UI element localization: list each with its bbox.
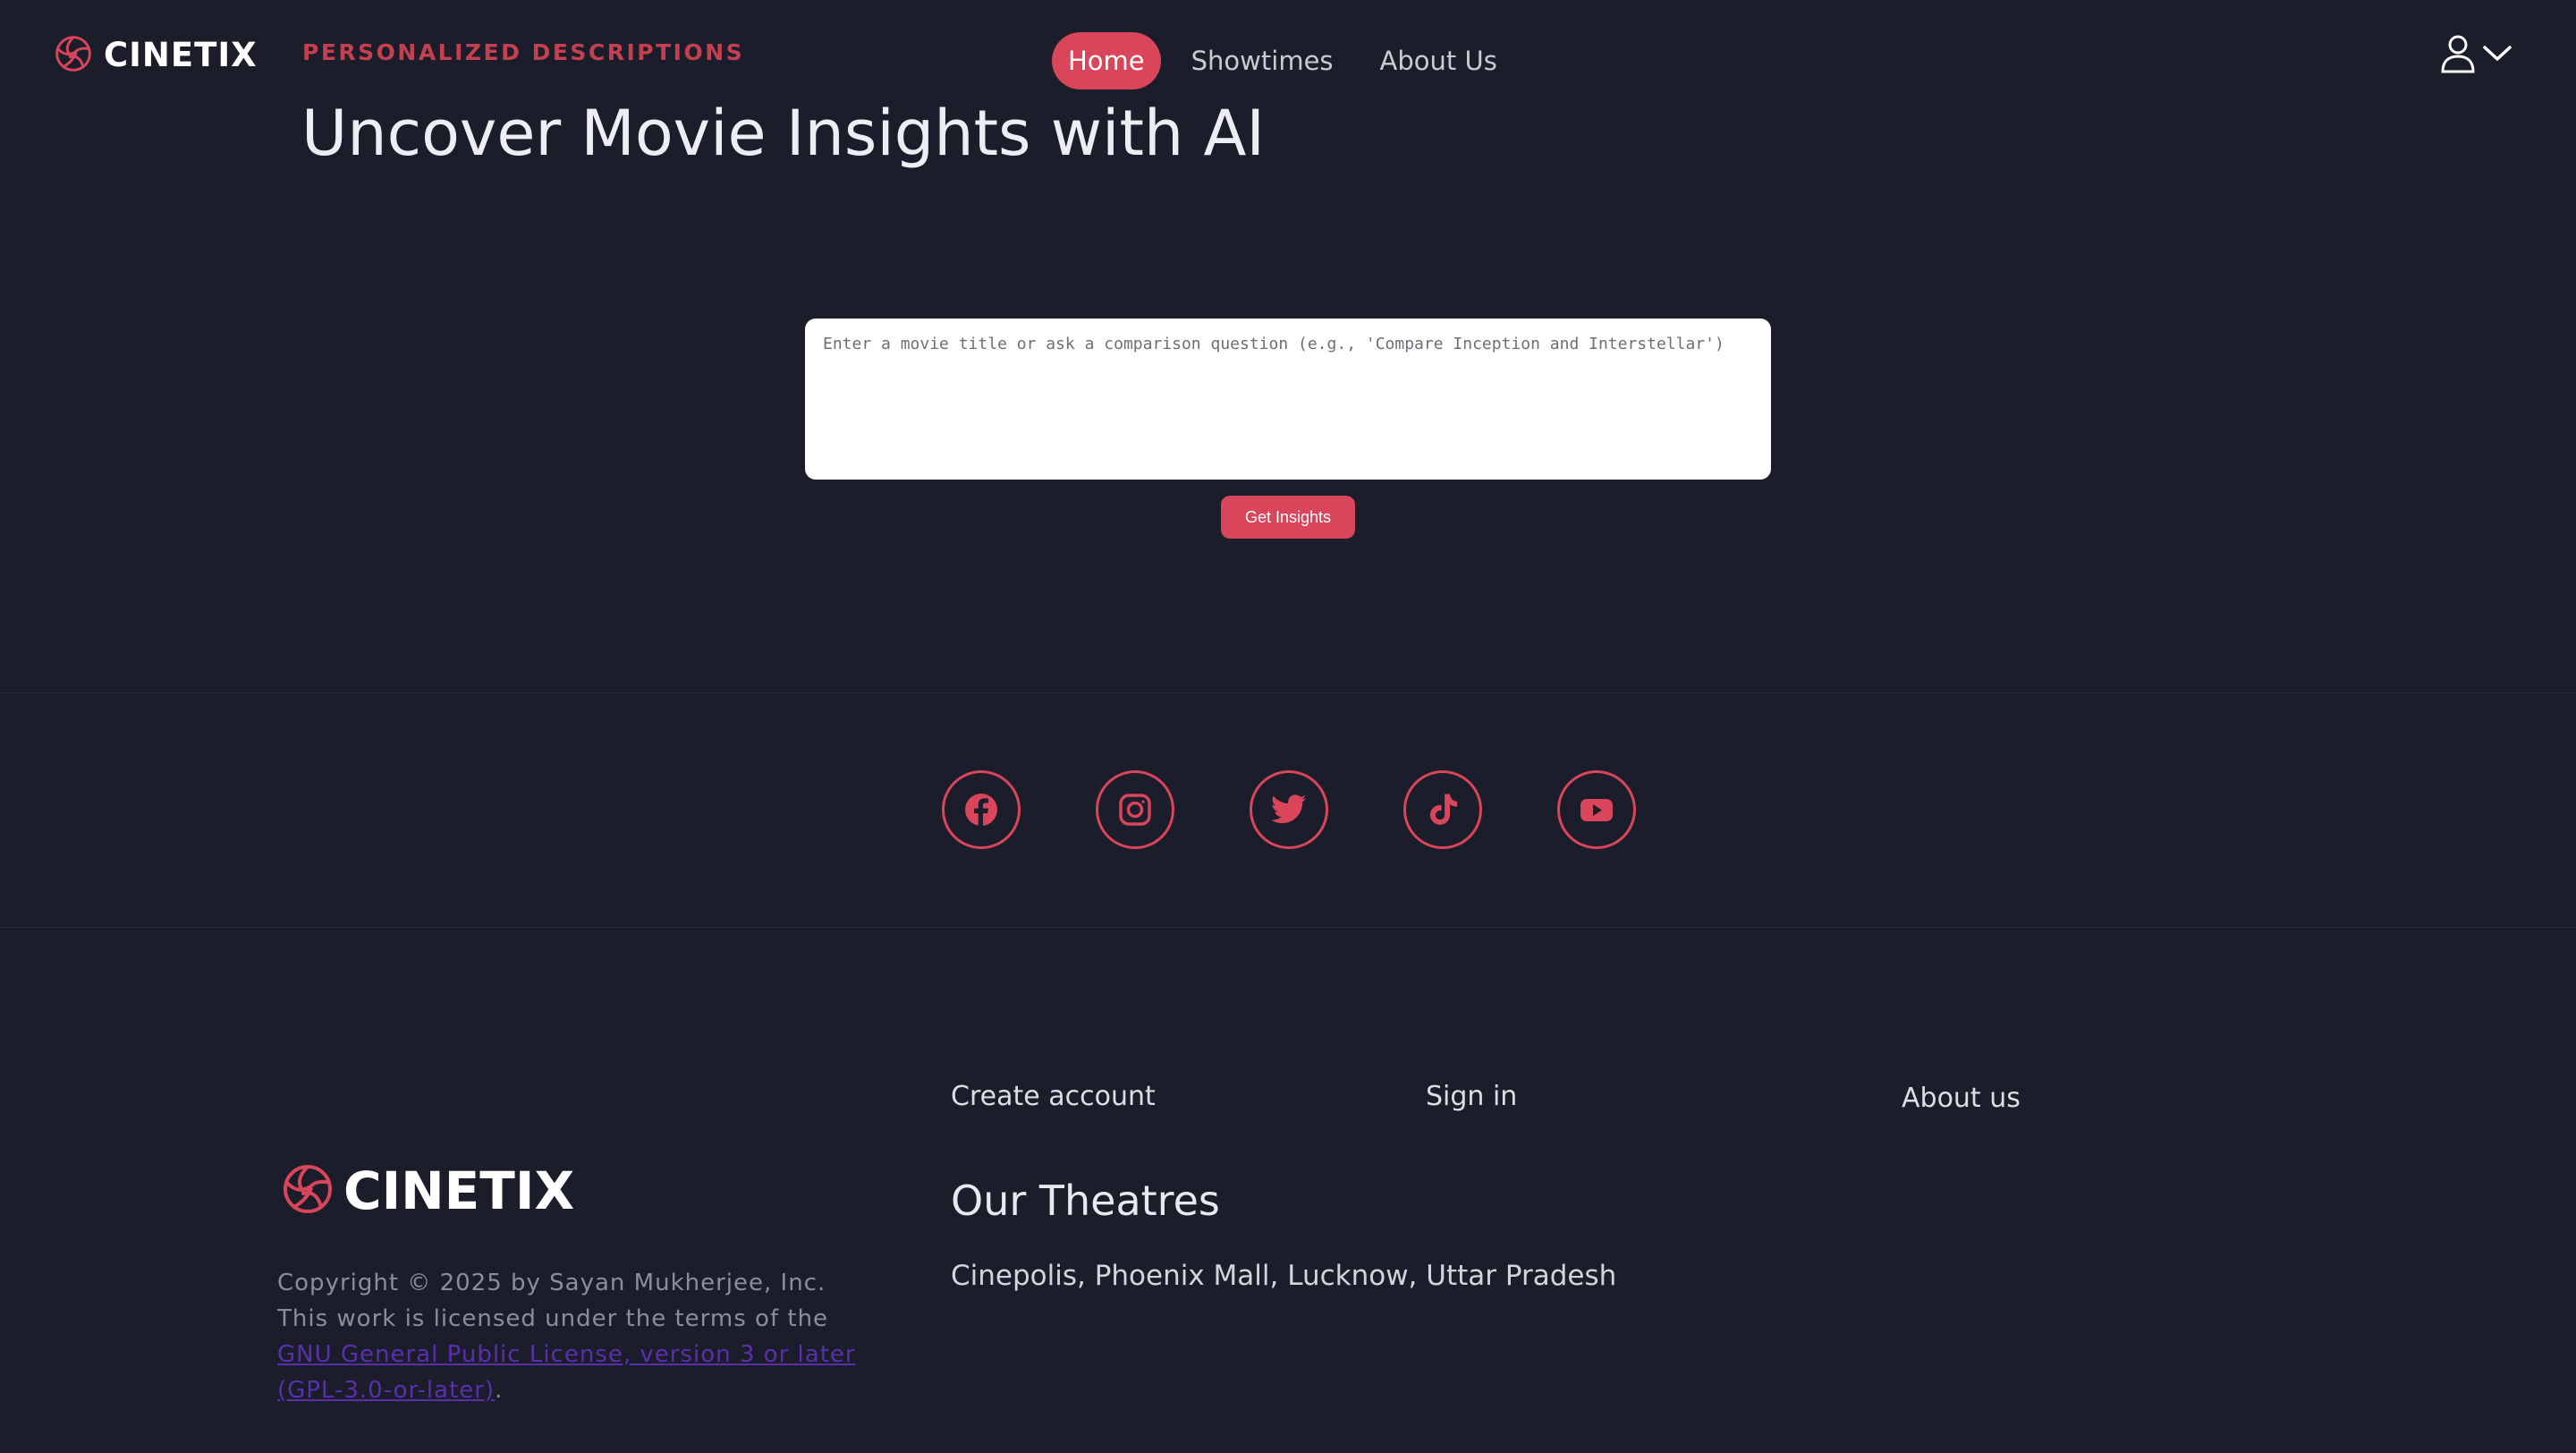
get-insights-button[interactable]: Get Insights	[1221, 496, 1355, 539]
aperture-icon	[54, 34, 93, 77]
tiktok-link[interactable]	[1403, 770, 1482, 849]
instagram-icon	[1116, 791, 1154, 828]
facebook-icon	[962, 791, 1000, 828]
aperture-icon	[281, 1162, 335, 1219]
footer-link-create-account[interactable]: Create account	[951, 1081, 1156, 1112]
user-icon	[2440, 34, 2476, 73]
section-divider	[0, 927, 2576, 928]
user-menu-button[interactable]	[2440, 34, 2513, 73]
main-nav: Home Showtimes About Us	[1052, 32, 1528, 89]
nav-item-about-us[interactable]: About Us	[1364, 32, 1513, 89]
footer-brand-logo[interactable]: CINETIX	[281, 1160, 574, 1222]
footer-brand-name: CINETIX	[343, 1160, 575, 1221]
page-title: Uncover Movie Insights with AI	[301, 97, 1266, 170]
facebook-link[interactable]	[942, 770, 1021, 849]
copyright-end: .	[495, 1377, 504, 1404]
chevron-down-icon	[2481, 43, 2513, 64]
copyright-notice: Copyright © 2025 by Sayan Mukherjee, Inc…	[277, 1265, 868, 1408]
twitter-link[interactable]	[1250, 770, 1328, 849]
tiktok-icon	[1424, 791, 1462, 828]
theatres-heading: Our Theatres	[951, 1177, 1220, 1225]
nav-item-home[interactable]: Home	[1052, 32, 1161, 89]
social-links	[942, 770, 1636, 849]
movie-query-input[interactable]	[805, 319, 1771, 480]
nav-item-showtimes[interactable]: Showtimes	[1175, 32, 1350, 89]
instagram-link[interactable]	[1096, 770, 1174, 849]
footer-link-about-us[interactable]: About us	[1902, 1083, 2021, 1114]
theatre-address: Cinepolis, Phoenix Mall, Lucknow, Uttar …	[951, 1260, 1617, 1292]
footer-link-sign-in[interactable]: Sign in	[1426, 1081, 1517, 1112]
brand-name: CINETIX	[104, 36, 258, 74]
brand-logo[interactable]: CINETIX	[54, 34, 258, 77]
copyright-text: Copyright © 2025 by Sayan Mukherjee, Inc…	[277, 1270, 829, 1332]
youtube-icon	[1578, 791, 1615, 828]
section-eyebrow: PERSONALIZED DESCRIPTIONS	[302, 39, 745, 65]
license-link[interactable]: GNU General Public License, version 3 or…	[277, 1341, 856, 1404]
twitter-icon	[1270, 791, 1308, 828]
youtube-link[interactable]	[1557, 770, 1636, 849]
